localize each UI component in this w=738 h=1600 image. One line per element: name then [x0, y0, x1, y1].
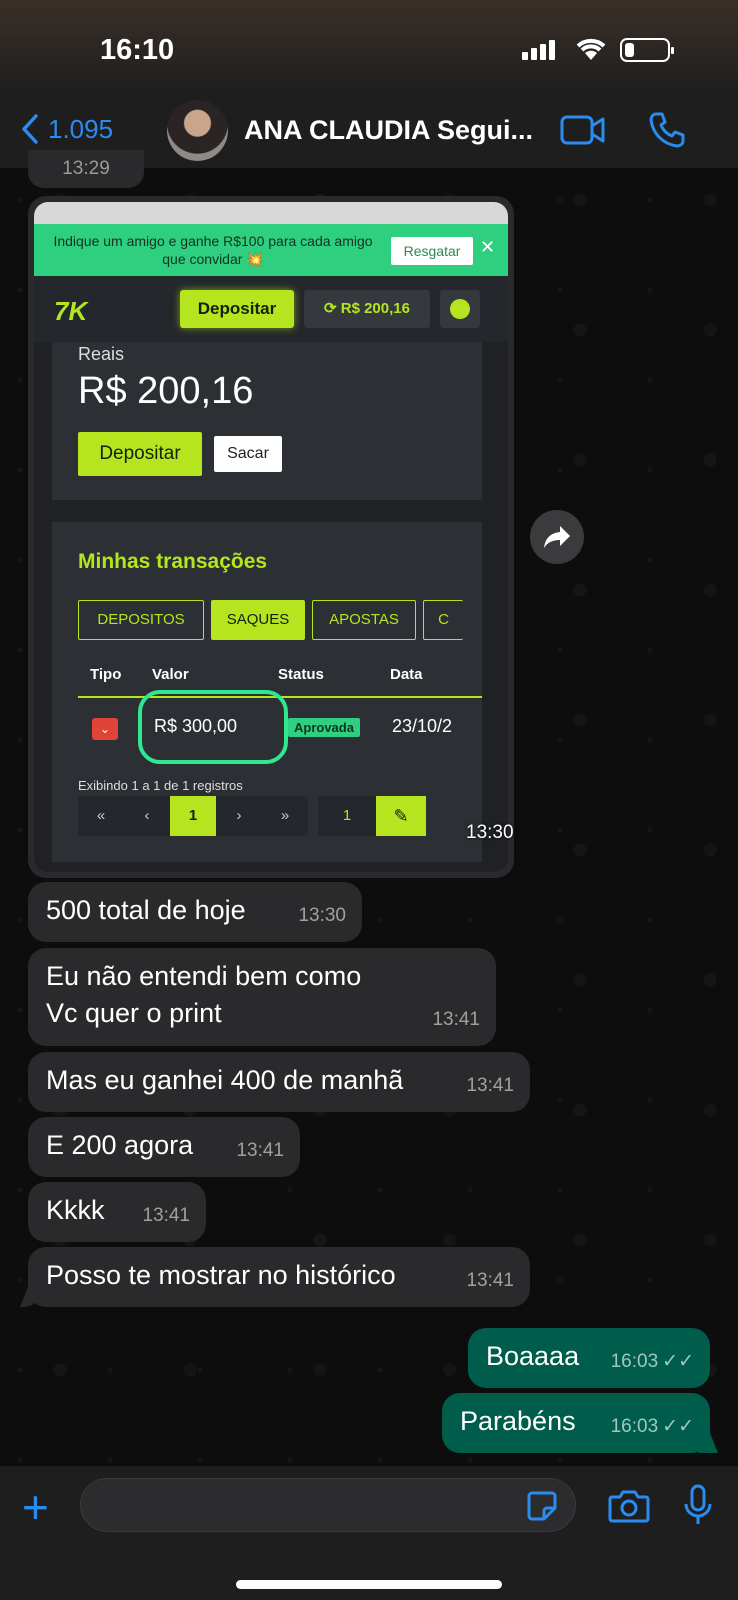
message-time: 13:41	[432, 1009, 480, 1030]
page-last: »	[262, 796, 308, 836]
tab-more: C	[423, 600, 463, 640]
page-size-control: 1 ✎	[318, 796, 426, 836]
previous-message-time: 13:29	[28, 150, 144, 188]
camera-icon[interactable]	[608, 1488, 650, 1524]
contact-name[interactable]: ANA CLAUDIA Segui...	[244, 115, 533, 146]
card-deposit-button: Depositar	[78, 432, 202, 476]
message-text: Kkkk	[46, 1195, 105, 1225]
transactions-title: Minhas transações	[78, 550, 268, 573]
page-next: ›	[216, 796, 262, 836]
row-data: 23/10/2	[392, 716, 453, 736]
message-bubble-outgoing[interactable]: Parabéns 16:03 ✓✓	[442, 1393, 710, 1453]
read-receipt-icon: ✓✓	[662, 1351, 694, 1372]
message-text: Posso te mostrar no histórico	[46, 1260, 396, 1290]
message-text: Parabéns	[460, 1406, 576, 1436]
records-info: Exibindo 1 a 1 de 1 registros	[78, 778, 243, 793]
banner-text: Indique um amigo e ganhe R$100 para cada…	[53, 233, 373, 267]
pagination: « ‹ 1 › »	[78, 796, 308, 836]
message-text: Boaaaa	[486, 1341, 580, 1371]
image-message-time: 13:30	[466, 822, 514, 843]
tab-depositos: DEPOSITOS	[78, 600, 204, 640]
tab-saques: SAQUES	[211, 600, 305, 640]
close-icon: ✕	[480, 237, 496, 257]
back-button[interactable]: 1.095	[20, 113, 113, 145]
message-bubble[interactable]: Kkkk 13:41	[28, 1182, 206, 1242]
message-time: 13:41	[466, 1270, 514, 1291]
composer-bar: +	[0, 1466, 738, 1600]
message-text-line-2: Vc quer o print	[46, 998, 222, 1028]
col-valor: Valor	[152, 666, 189, 683]
status-time: 16:10	[100, 34, 175, 66]
referral-banner: Indique um amigo e ganhe R$100 para cada…	[34, 224, 508, 276]
message-bubble[interactable]: E 200 agora 13:41	[28, 1117, 300, 1177]
message-time: 13:41	[466, 1075, 514, 1096]
sticker-icon[interactable]	[526, 1490, 558, 1522]
message-time: 13:41	[142, 1205, 190, 1226]
page-size-value: 1	[318, 796, 376, 836]
message-text: E 200 agora	[46, 1130, 194, 1160]
message-time: 16:03 ✓✓	[611, 1408, 694, 1445]
screenshot-image[interactable]: Indique um amigo e ganhe R$100 para cada…	[34, 202, 508, 872]
home-indicator	[236, 1580, 502, 1589]
message-time: 13:41	[236, 1140, 284, 1161]
page-current: 1	[170, 796, 216, 836]
col-status: Status	[278, 666, 324, 683]
nav-deposit-button: Depositar	[180, 290, 294, 328]
wifi-icon	[576, 38, 606, 60]
message-text: 500 total de hoje	[46, 895, 246, 925]
refresh-icon: ⟳	[324, 300, 341, 317]
balance-card: Reais R$ 200,16 Depositar Sacar	[52, 342, 482, 500]
highlight-circle	[138, 690, 288, 764]
page-first: «	[78, 796, 124, 836]
message-bubble[interactable]: Eu não entendi bem como Vc quer o print …	[28, 948, 496, 1046]
voice-call-icon[interactable]	[648, 111, 686, 149]
message-text-line-1: Eu não entendi bem como	[46, 961, 362, 991]
cellular-signal-icon	[522, 40, 555, 60]
row-status-badge: Aprovada	[288, 718, 360, 737]
nav-balance-value: R$ 200,16	[340, 300, 410, 317]
transactions-card: Minhas transações DEPOSITOS SAQUES APOST…	[52, 522, 482, 862]
status-bar: 16:10	[0, 0, 738, 95]
message-time: 13:30	[298, 905, 346, 926]
chevron-left-icon	[22, 114, 38, 144]
balance-label: Reais	[78, 344, 125, 364]
plus-icon[interactable]: +	[22, 1484, 49, 1530]
card-withdraw-button: Sacar	[214, 436, 282, 472]
transaction-tabs: DEPOSITOS SAQUES APOSTAS C	[78, 600, 463, 640]
message-time: 16:03 ✓✓	[611, 1343, 694, 1380]
message-bubble[interactable]: 500 total de hoje 13:30	[28, 882, 362, 942]
message-bubble[interactable]: Posso te mostrar no histórico 13:41	[28, 1247, 530, 1307]
site-navbar: 7K Depositar ⟳ R$ 200,16	[34, 276, 508, 342]
message-bubble[interactable]: Mas eu ganhei 400 de manhã 13:41	[28, 1052, 530, 1112]
microphone-icon[interactable]	[682, 1484, 714, 1528]
redeem-button: Resgatar	[391, 237, 473, 265]
magic-wand-icon: ✎	[376, 796, 426, 836]
site-logo: 7K	[54, 296, 88, 326]
read-receipt-icon: ✓✓	[662, 1416, 694, 1437]
col-data: Data	[390, 666, 423, 683]
chevron-down-icon: ⌄	[92, 718, 118, 740]
screenshot-status-strip	[34, 202, 508, 224]
forward-button[interactable]	[530, 510, 584, 564]
message-input[interactable]	[80, 1478, 576, 1532]
user-icon	[440, 290, 480, 328]
nav-balance: ⟳ R$ 200,16	[304, 290, 430, 328]
video-call-icon[interactable]	[560, 114, 606, 146]
page-prev: ‹	[124, 796, 170, 836]
battery-icon	[620, 38, 674, 62]
tab-apostas: APOSTAS	[312, 600, 416, 640]
message-text: Mas eu ganhei 400 de manhã	[46, 1065, 404, 1095]
forward-arrow-icon	[544, 526, 570, 548]
balance-value: R$ 200,16	[78, 370, 254, 412]
image-message[interactable]: Indique um amigo e ganhe R$100 para cada…	[28, 196, 514, 878]
unread-count: 1.095	[48, 113, 114, 144]
contact-avatar[interactable]	[167, 100, 228, 161]
col-tipo: Tipo	[90, 666, 122, 683]
message-bubble-outgoing[interactable]: Boaaaa 16:03 ✓✓	[468, 1328, 710, 1388]
